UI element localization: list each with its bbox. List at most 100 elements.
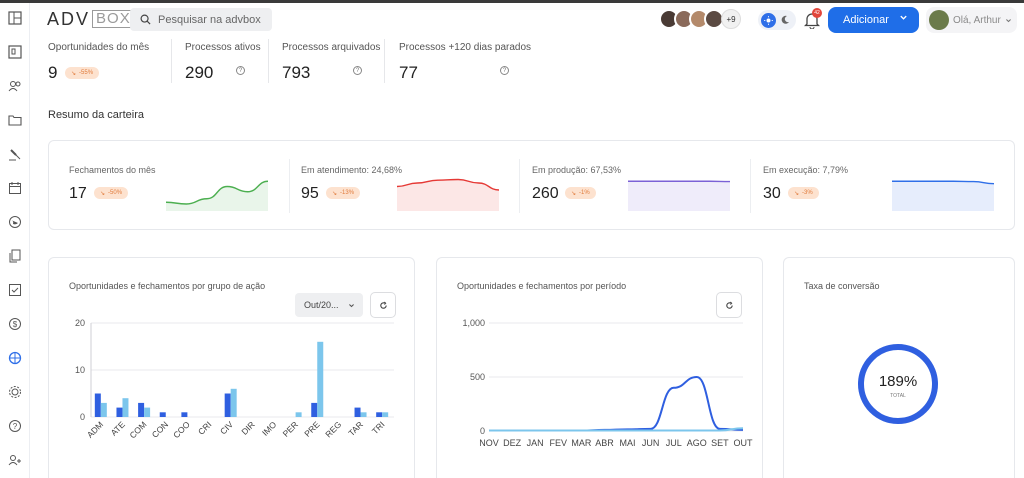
x-tick-label: COM: [127, 419, 148, 440]
bar[interactable]: [144, 407, 151, 417]
chevron-down-icon: [1005, 18, 1011, 22]
kpi-value: 30: [763, 185, 781, 202]
user-avatar: [929, 10, 949, 30]
bar[interactable]: [295, 412, 302, 417]
svg-text:$: $: [13, 320, 18, 329]
divider: [750, 159, 751, 213]
team-avatars[interactable]: +9: [659, 9, 741, 29]
help-icon[interactable]: ?: [353, 66, 362, 75]
user-greeting: Olá, Arthur: [953, 14, 1001, 26]
x-tick-label: DIR: [239, 419, 256, 436]
stat-label: Oportunidades do mês: [48, 42, 150, 53]
finance-icon[interactable]: $: [7, 316, 23, 332]
x-tick-label: CIV: [218, 419, 235, 436]
kanban-icon[interactable]: [7, 44, 23, 60]
folder-icon[interactable]: [7, 112, 23, 128]
x-tick-label: NOV: [479, 438, 499, 448]
target-icon[interactable]: [7, 350, 23, 366]
stat-value: 9: [48, 63, 58, 82]
bar[interactable]: [354, 407, 361, 417]
bar[interactable]: [382, 412, 389, 417]
trend-down-icon: ↘: [100, 190, 106, 197]
bar-chart-card: Oportunidades e fechamentos por grupo de…: [48, 257, 415, 478]
stats-bar: Oportunidades do mês 9 ↘ -55% Processos a…: [31, 37, 1024, 87]
bar[interactable]: [181, 412, 188, 417]
sun-icon[interactable]: [761, 12, 776, 28]
trend-down-icon: ↘: [71, 70, 77, 77]
refresh-button[interactable]: [370, 292, 396, 318]
y-tick-label: 0: [80, 412, 85, 422]
sparkline-area: [166, 181, 268, 211]
chart-title: Taxa de conversão: [804, 281, 880, 291]
badge-value: -50%: [108, 190, 123, 196]
help-icon[interactable]: ?: [236, 66, 245, 75]
x-tick-label: ADM: [85, 419, 105, 439]
stat-value: 77: [399, 63, 418, 82]
globe-icon[interactable]: [7, 214, 23, 230]
bar[interactable]: [230, 388, 237, 417]
trend-down-icon: ↘: [571, 190, 577, 197]
bar[interactable]: [224, 393, 231, 418]
badge-value: -1%: [579, 190, 590, 196]
y-tick-label: 10: [75, 365, 85, 375]
kpi-label: Em produção: 67,53%: [532, 165, 622, 175]
search-placeholder: Pesquisar na advbox: [158, 13, 261, 26]
refresh-icon: [725, 301, 733, 309]
x-tick-label: JUL: [666, 438, 682, 448]
sidebar: $ ?: [0, 3, 30, 478]
bar[interactable]: [159, 412, 166, 417]
user-menu[interactable]: Olá, Arthur: [926, 7, 1017, 33]
search-input[interactable]: Pesquisar na advbox: [130, 8, 272, 31]
y-tick-label: 500: [470, 372, 485, 382]
bar[interactable]: [116, 407, 123, 417]
bar[interactable]: [317, 341, 324, 417]
section-title: Resumo da carteira: [48, 109, 144, 121]
x-tick-label: IMO: [260, 419, 279, 438]
trend-down-icon: ↘: [794, 190, 800, 197]
bar[interactable]: [94, 393, 101, 418]
bar[interactable]: [311, 402, 318, 417]
help-icon[interactable]: ?: [7, 418, 23, 434]
bar[interactable]: [138, 402, 145, 417]
contacts-icon[interactable]: [7, 78, 23, 94]
divider: [519, 159, 520, 213]
dashboard-icon[interactable]: [7, 10, 23, 26]
period-select[interactable]: Out/20...: [295, 293, 363, 317]
x-tick-label: PER: [281, 419, 300, 438]
logo-text-box: BOX: [92, 10, 135, 28]
stat-label: Processos arquivados: [282, 42, 381, 53]
settings-icon[interactable]: [7, 384, 23, 400]
advbox-logo[interactable]: ADV BOX: [47, 9, 135, 29]
add-user-icon[interactable]: [7, 452, 23, 468]
bar[interactable]: [122, 398, 129, 417]
divider: [289, 159, 290, 213]
trend-badge: ↘ -55%: [65, 67, 100, 79]
sparkline-in-production: [628, 180, 730, 211]
bar[interactable]: [376, 412, 383, 417]
conversion-donut: 189% TOTAL: [857, 343, 939, 425]
conversion-value: 189%: [878, 373, 918, 390]
chevron-down-icon: [349, 304, 354, 308]
trend-down-icon: ↘: [332, 190, 338, 197]
x-tick-label: MAR: [571, 438, 592, 448]
bar[interactable]: [360, 412, 367, 417]
theme-toggle[interactable]: [758, 10, 796, 30]
line-chart: 0 500 1,000 NOV DEZ JAN FEV MAR ABR MAI JUN JUL AGO S…: [462, 318, 754, 448]
gavel-icon[interactable]: [7, 146, 23, 162]
x-tick-label: CRI: [196, 419, 213, 436]
stat-value: 793: [282, 63, 311, 82]
add-button[interactable]: Adicionar: [828, 7, 919, 33]
x-tick-label: OUT: [734, 438, 754, 448]
tasks-icon[interactable]: [7, 282, 23, 298]
help-icon[interactable]: ?: [500, 66, 509, 75]
sparkline-area: [628, 181, 730, 211]
avatars-more-count[interactable]: +9: [721, 9, 741, 29]
header: ADV BOX Pesquisar na advbox +9 42 Adicio…: [31, 3, 1024, 37]
moon-icon[interactable]: [780, 15, 790, 25]
trend-badge: ↘ -1%: [565, 187, 596, 199]
documents-icon[interactable]: [7, 248, 23, 264]
calendar-icon[interactable]: [7, 180, 23, 196]
refresh-button[interactable]: [716, 292, 742, 318]
kpi-value: 260: [532, 185, 559, 202]
bar[interactable]: [100, 402, 107, 417]
